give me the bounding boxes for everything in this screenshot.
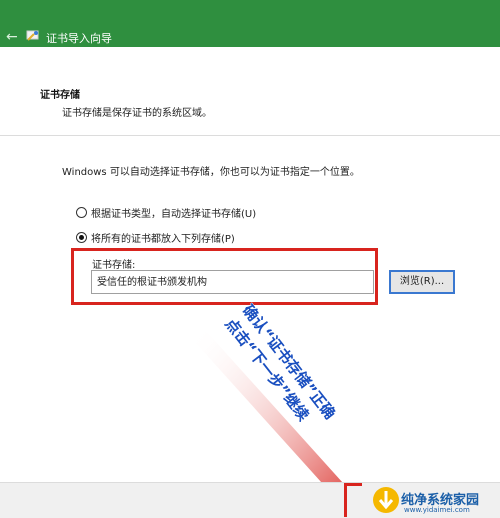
radio-auto-select[interactable]: 根据证书类型，自动选择证书存储(U) xyxy=(76,205,257,220)
watermark-url: www.yidaimei.com xyxy=(404,506,470,514)
radio-manual-select[interactable]: 将所有的证书都放入下列存储(P) xyxy=(76,230,235,245)
page-title: 证书存储 xyxy=(40,90,80,101)
intro-text: Windows 可以自动选择证书存储，你也可以为证书指定一个位置。 xyxy=(62,167,360,178)
page-description: 证书存储是保存证书的系统区域。 xyxy=(62,108,212,119)
radio-manual-label: 将所有的证书都放入下列存储(P) xyxy=(91,233,235,245)
back-arrow-icon[interactable]: ← xyxy=(6,30,20,44)
store-field-label: 证书存储: xyxy=(92,260,136,271)
annotation-text: 确认“证书存储”正确 点击“下一步”继续 xyxy=(222,301,339,425)
radio-manual-button[interactable] xyxy=(76,231,87,243)
store-field[interactable]: 受信任的根证书颁发机构 xyxy=(91,270,374,294)
wizard-title: 证书导入向导 xyxy=(46,32,112,45)
radio-auto-label: 根据证书类型，自动选择证书存储(U) xyxy=(91,208,257,220)
radio-auto-button[interactable] xyxy=(76,206,87,218)
certificate-wizard-icon xyxy=(26,30,39,41)
next-button-highlight[interactable] xyxy=(344,483,362,517)
browse-button[interactable]: 浏览(R)... xyxy=(389,270,455,294)
